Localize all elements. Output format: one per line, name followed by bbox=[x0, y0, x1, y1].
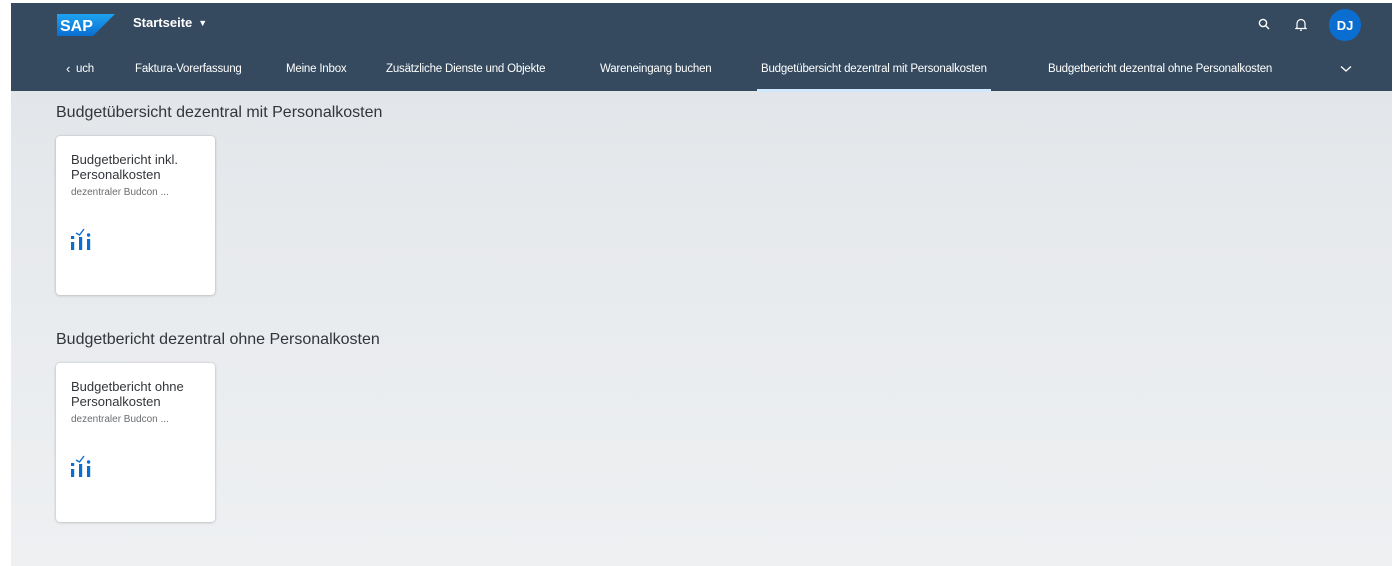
tab-meine-inbox[interactable]: Meine Inbox bbox=[286, 47, 347, 91]
shell-bar: SAP Startseite ▼ DJ bbox=[11, 3, 1392, 45]
home-title-label: Startseite bbox=[133, 15, 193, 30]
tab-budgetbericht-ohne-personalkosten[interactable]: Budgetbericht dezentral ohne Personalkos… bbox=[1048, 47, 1272, 91]
user-avatar[interactable]: DJ bbox=[1329, 9, 1361, 41]
tile-budgetbericht-inkl-personalkosten[interactable]: Budgetbericht inkl. Personalkosten dezen… bbox=[56, 136, 215, 295]
tile-budgetbericht-ohne-personalkosten[interactable]: Budgetbericht ohne Personalkosten dezent… bbox=[56, 363, 215, 522]
tab-buchen[interactable]: uch bbox=[76, 47, 94, 91]
tile-subtitle: dezentraler Budcon ... bbox=[71, 414, 169, 425]
tab-wareneingang-buchen[interactable]: Wareneingang buchen bbox=[600, 47, 712, 91]
shell-header: SAP Startseite ▼ DJ ‹ uch Faktura-Vorerf… bbox=[11, 3, 1392, 92]
scroll-left-icon[interactable]: ‹ bbox=[66, 47, 70, 91]
tile-subtitle: dezentraler Budcon ... bbox=[71, 187, 169, 198]
section-title-budgetbericht: Budgetbericht dezentral ohne Personalkos… bbox=[56, 331, 380, 348]
tab-bar: ‹ uch Faktura-Vorerfassung Meine Inbox Z… bbox=[11, 47, 1392, 92]
caret-down-icon: ▼ bbox=[198, 17, 208, 28]
tile-title: Budgetbericht ohne Personalkosten bbox=[71, 379, 184, 409]
overflow-chevron-down-icon[interactable] bbox=[1340, 47, 1352, 91]
analytics-icon bbox=[71, 228, 91, 250]
launchpad-frame: SAP Startseite ▼ DJ ‹ uch Faktura-Vorerf… bbox=[11, 3, 1392, 566]
tab-budgetuebersicht-mit-personalkosten[interactable]: Budgetübersicht dezentral mit Personalko… bbox=[757, 47, 991, 92]
svg-text:SAP: SAP bbox=[60, 18, 93, 35]
tab-faktura-vorerfassung[interactable]: Faktura-Vorerfassung bbox=[135, 47, 242, 91]
home-title-menu[interactable]: Startseite ▼ bbox=[133, 15, 207, 30]
analytics-icon bbox=[71, 455, 91, 477]
sap-logo[interactable]: SAP bbox=[57, 14, 115, 36]
tile-title: Budgetbericht inkl. Personalkosten bbox=[71, 152, 178, 182]
tab-zusaetzliche-dienste[interactable]: Zusätzliche Dienste und Objekte bbox=[386, 47, 546, 91]
search-icon[interactable] bbox=[1255, 15, 1273, 33]
notification-bell-icon[interactable] bbox=[1292, 15, 1310, 33]
section-title-budgetuebersicht: Budgetübersicht dezentral mit Personalko… bbox=[56, 104, 383, 121]
